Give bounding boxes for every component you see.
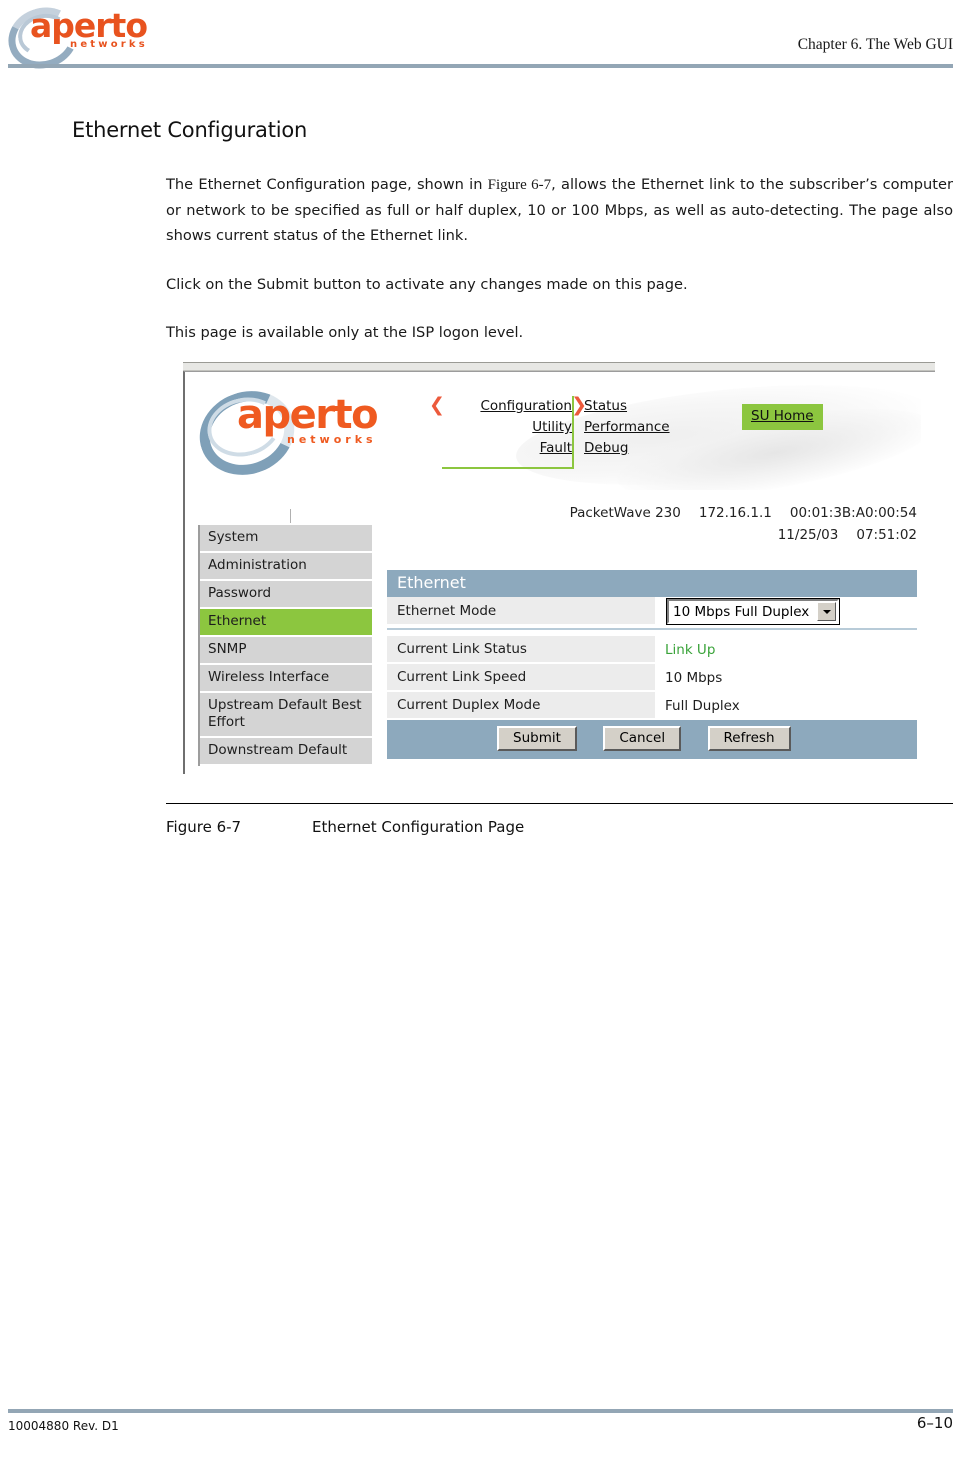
footer-document-id: 10004880 Rev. D1 — [8, 1419, 119, 1433]
sidebar-item-wireless-interface[interactable]: Wireless Interface — [200, 665, 372, 693]
nav-column-primary: ❮ Configuration ❯ Utility Fault — [429, 396, 587, 469]
device-model: PacketWave 230 — [569, 505, 681, 521]
su-home-link[interactable]: SU Home — [751, 408, 814, 424]
paragraph-submit: Click on the Submit button to activate a… — [166, 276, 688, 293]
nav-link-status[interactable]: Status — [584, 396, 627, 417]
ethernet-mode-value: 10 Mbps Full Duplex — [655, 597, 917, 626]
sidebar-item-downstream-default[interactable]: Downstream Default — [200, 738, 372, 766]
device-date: 11/25/03 — [777, 527, 839, 543]
figure-number: Figure 6-7 — [166, 818, 242, 836]
figure-screenshot: aperto networks ❮ Configuration ❯ Utilit… — [183, 362, 935, 774]
web-gui-logo: aperto networks — [187, 378, 409, 488]
web-gui-logo-wordmark: aperto — [237, 392, 379, 438]
sidebar-item-label: Downstream Default — [208, 742, 348, 758]
page-title: Ethernet Configuration — [72, 118, 308, 142]
current-link-speed-value: 10 Mbps — [665, 670, 723, 686]
figure-caption-rule — [166, 803, 953, 804]
web-gui-banner: aperto networks ❮ Configuration ❯ Utilit… — [185, 372, 921, 490]
ethernet-mode-select[interactable]: 10 Mbps Full Duplex — [666, 598, 840, 625]
header-divider — [8, 64, 953, 68]
sidebar-item-system[interactable]: System — [200, 525, 372, 553]
panel-divider — [387, 628, 917, 636]
current-duplex-mode-label: Current Duplex Mode — [387, 692, 655, 720]
page-header: aperto networks Chapter 6. The Web GUI — [0, 0, 953, 78]
sidebar-item-label: Ethernet — [208, 613, 267, 629]
sidebar-item-label: Password — [208, 585, 272, 601]
ethernet-mode-label: Ethernet Mode — [387, 597, 655, 626]
logo-wordmark: aperto — [30, 6, 148, 45]
ethernet-mode-row: Ethernet Mode 10 Mbps Full Duplex — [387, 597, 917, 626]
device-ip: 172.16.1.1 — [698, 505, 772, 521]
aperto-logo: aperto networks — [0, 0, 158, 78]
current-duplex-mode-row: Current Duplex Mode Full Duplex — [387, 692, 917, 720]
paragraph-intro-part1: The Ethernet Configuration page, shown i… — [166, 176, 488, 193]
ethernet-mode-selected-option: 10 Mbps Full Duplex — [673, 603, 810, 620]
browser-window-chrome — [183, 362, 935, 371]
logo-subtext: networks — [70, 39, 148, 50]
current-link-status-row: Current Link Status Link Up — [387, 636, 917, 664]
current-link-status-label: Current Link Status — [387, 636, 655, 664]
panel-title: Ethernet — [387, 570, 917, 597]
browser-viewport: aperto networks ❮ Configuration ❯ Utilit… — [183, 371, 935, 774]
submit-button[interactable]: Submit — [497, 726, 577, 751]
nav-selected-arrow-left-icon: ❮ — [429, 394, 445, 416]
figure-caption: Figure 6-7 Ethernet Configuration Page — [166, 818, 524, 836]
paragraph-intro: The Ethernet Configuration page, shown i… — [166, 172, 953, 248]
device-time: 07:51:02 — [856, 527, 917, 543]
sidebar-item-label: Administration — [208, 557, 307, 573]
chapter-heading: Chapter 6. The Web GUI — [797, 36, 953, 53]
nav-link-debug[interactable]: Debug — [584, 438, 628, 459]
figure-caption-text: Ethernet Configuration Page — [312, 818, 525, 836]
footer-page-number: 6–10 — [916, 1414, 953, 1432]
current-duplex-mode-value: Full Duplex — [665, 698, 740, 714]
current-link-status-value: Link Up — [665, 642, 716, 658]
nav-link-performance[interactable]: Performance — [584, 417, 670, 438]
nav-link-utility[interactable]: Utility — [532, 417, 572, 438]
panel-button-bar: Submit Cancel Refresh — [387, 720, 917, 759]
nav-link-fault[interactable]: Fault — [540, 438, 572, 459]
sidebar-tick-mark — [290, 509, 291, 523]
paragraph-isp: This page is available only at the ISP l… — [166, 324, 524, 341]
device-info: PacketWave 230 172.16.1.1 00:01:3B:A0:00:5… — [570, 502, 917, 546]
device-info-line2: 11/25/03 07:51:02 — [570, 524, 917, 546]
sidebar-item-ethernet[interactable]: Ethernet — [200, 609, 372, 637]
figure-reference: Figure 6-7 — [487, 177, 552, 193]
current-link-speed-row: Current Link Speed 10 Mbps — [387, 664, 917, 692]
nav-link-configuration[interactable]: Configuration — [480, 396, 572, 417]
sidebar-item-label: Upstream Default Best Effort — [208, 697, 362, 730]
footer-divider — [8, 1409, 953, 1413]
device-info-line1: PacketWave 230 172.16.1.1 00:01:3B:A0:00:5… — [570, 502, 917, 524]
current-link-speed-label: Current Link Speed — [387, 664, 655, 692]
sidebar-item-administration[interactable]: Administration — [200, 553, 372, 581]
chevron-down-icon[interactable] — [817, 602, 836, 621]
sidebar-item-label: System — [208, 529, 259, 545]
sidebar-item-label: Wireless Interface — [208, 669, 330, 685]
su-home-button[interactable]: SU Home — [742, 404, 823, 430]
config-sidebar: System Administration Password Ethernet … — [198, 509, 372, 766]
nav-column-secondary: Status Performance Debug — [584, 396, 714, 459]
sidebar-item-upstream-default-best-effort[interactable]: Upstream Default Best Effort — [200, 693, 372, 738]
ethernet-panel: Ethernet Ethernet Mode 10 Mbps Full Dupl… — [387, 570, 917, 759]
sidebar-item-password[interactable]: Password — [200, 581, 372, 609]
web-gui-logo-subtext: networks — [287, 433, 377, 446]
sidebar-item-label: SNMP — [208, 641, 247, 657]
device-mac: 00:01:3B:A0:00:54 — [789, 505, 917, 521]
cancel-button[interactable]: Cancel — [603, 726, 682, 751]
web-gui-nav: ❮ Configuration ❯ Utility Fault Status P… — [429, 396, 842, 484]
refresh-button[interactable]: Refresh — [707, 726, 791, 751]
sidebar-item-snmp[interactable]: SNMP — [200, 637, 372, 665]
